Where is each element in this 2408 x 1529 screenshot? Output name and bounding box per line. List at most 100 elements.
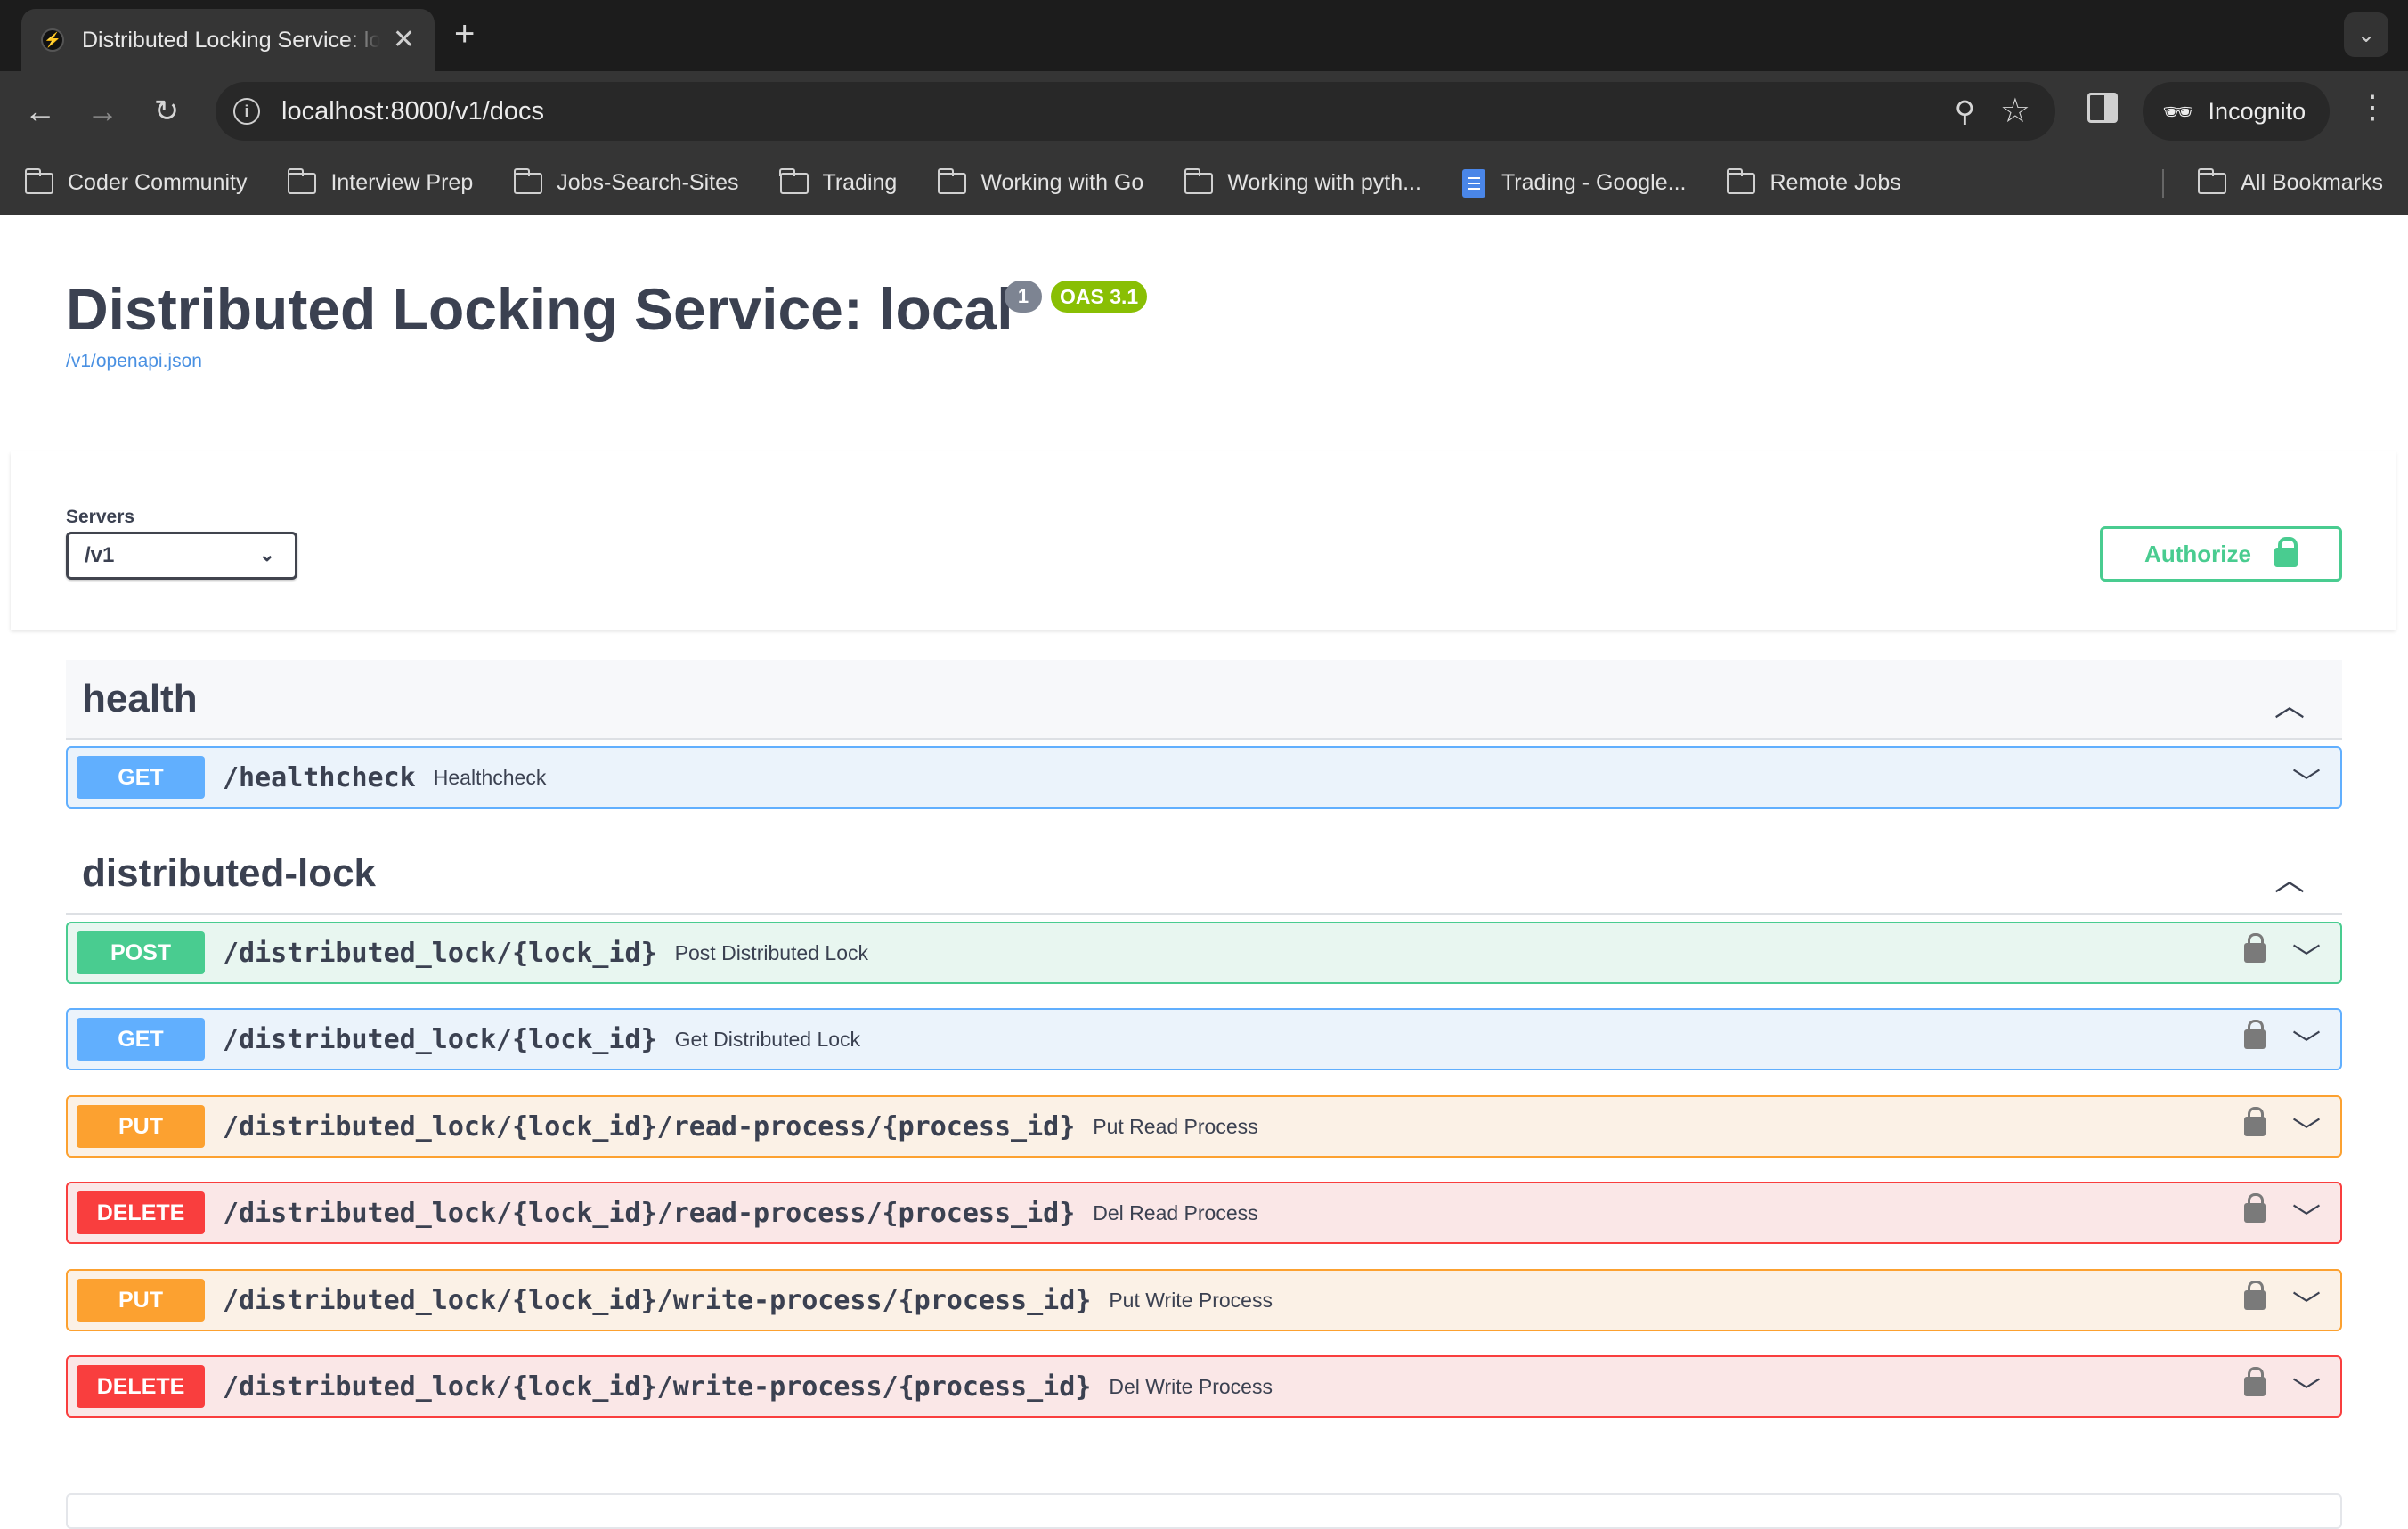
incognito-icon: 🕶	[2162, 97, 2194, 126]
incognito-button[interactable]: 🕶 Incognito	[2143, 82, 2330, 141]
operation-get-healthcheck[interactable]: GET /healthcheck Healthcheck ﹀	[66, 746, 2342, 809]
chevron-down-icon[interactable]: ﹀	[2292, 1370, 2321, 1411]
tag-health[interactable]: health ︿	[66, 660, 2342, 740]
servers-select[interactable]: /v1 ⌄	[66, 532, 297, 580]
browser-menu-icon[interactable]: ⋮	[2356, 91, 2388, 123]
lock-icon[interactable]	[2244, 1367, 2266, 1396]
operation-delete-read-process[interactable]: DELETE /distributed_lock/{lock_id}/read-…	[66, 1182, 2342, 1244]
badge-row: 1 OAS 3.1	[66, 281, 1148, 325]
lock-icon[interactable]	[2244, 933, 2266, 963]
operation-summary: Post Distributed Lock	[674, 940, 868, 964]
method-badge: POST	[77, 931, 205, 974]
authorize-button[interactable]: Authorize	[2100, 526, 2342, 582]
all-bookmarks-label: All Bookmarks	[2241, 170, 2383, 195]
bookmark-item[interactable]: Coder Community	[24, 167, 248, 196]
folder-icon	[513, 167, 543, 194]
tag-name: distributed-lock	[82, 851, 377, 895]
browser-tab[interactable]: ⚡ Distributed Locking Service: local ✕	[21, 9, 435, 71]
bookmarks-bar: Coder Community Interview Prep Jobs-Sear…	[0, 151, 2408, 215]
oas-badge: OAS 3.1	[1051, 281, 1148, 313]
back-button[interactable]: ←	[20, 91, 61, 132]
operation-summary: Put Read Process	[1093, 1114, 1258, 1138]
favicon-icon: ⚡	[41, 28, 64, 52]
side-panel-icon[interactable]	[2087, 93, 2118, 123]
schemas-section	[66, 1493, 2342, 1529]
new-tab-button[interactable]: +	[454, 16, 475, 52]
folder-icon	[1726, 167, 1756, 194]
folder-icon	[24, 167, 53, 194]
operation-delete-write-process[interactable]: DELETE /distributed_lock/{lock_id}/write…	[66, 1355, 2342, 1418]
lock-icon[interactable]	[2244, 1281, 2266, 1310]
bookmark-item[interactable]: Trading	[779, 167, 898, 196]
bookmark-label: Working with pyth...	[1227, 170, 1421, 195]
operation-summary: Del Read Process	[1093, 1200, 1258, 1224]
method-badge: PUT	[77, 1105, 205, 1148]
chevron-down-icon[interactable]: ﹀	[2292, 1110, 2321, 1151]
operation-path: /distributed_lock/{lock_id}/read-process…	[223, 1110, 1076, 1143]
google-docs-icon	[1461, 168, 1485, 198]
method-badge: DELETE	[77, 1365, 205, 1408]
bookmark-label: Trading	[822, 170, 898, 195]
openapi-json-link[interactable]: /v1/openapi.json	[66, 351, 202, 372]
chevron-down-icon[interactable]: ﹀	[2292, 1196, 2321, 1237]
lock-icon[interactable]	[2244, 1107, 2266, 1136]
folder-icon	[937, 167, 967, 194]
folder-icon	[287, 167, 317, 194]
servers-selected-value: /v1	[85, 543, 115, 567]
bookmark-label: Interview Prep	[330, 170, 474, 195]
scheme-container	[11, 451, 2396, 630]
site-info-icon[interactable]: i	[233, 98, 260, 125]
chevron-down-icon[interactable]: ﹀	[2292, 1283, 2321, 1324]
bookmark-label: Trading - Google...	[1501, 170, 1687, 195]
bookmark-item[interactable]: Working with Go	[937, 167, 1143, 196]
operation-path: /distributed_lock/{lock_id}/write-proces…	[223, 1370, 1092, 1403]
bookmark-item[interactable]: Trading - Google...	[1461, 168, 1687, 198]
bookmark-item[interactable]: Interview Prep	[287, 167, 474, 196]
bookmark-label: Coder Community	[68, 170, 248, 195]
method-badge: PUT	[77, 1279, 205, 1322]
method-badge: GET	[77, 1018, 205, 1061]
operation-path: /healthcheck	[223, 761, 416, 793]
chevron-up-icon[interactable]: ︿	[2274, 681, 2305, 725]
operation-summary: Del Write Process	[1109, 1374, 1273, 1398]
method-badge: DELETE	[77, 1191, 205, 1234]
all-bookmarks-button[interactable]: All Bookmarks	[2197, 151, 2383, 215]
chevron-up-icon[interactable]: ︿	[2274, 856, 2305, 899]
tab-title: Distributed Locking Service: local	[82, 27, 380, 53]
reload-button[interactable]: ↻	[146, 91, 187, 132]
folder-icon	[2197, 167, 2227, 194]
operation-summary: Put Write Process	[1109, 1288, 1273, 1312]
chevron-down-icon[interactable]: ﹀	[2292, 1022, 2321, 1063]
bookmark-item[interactable]: Jobs-Search-Sites	[513, 167, 739, 196]
tab-search-button[interactable]: ⌄	[2344, 12, 2388, 57]
bookmark-item[interactable]: Remote Jobs	[1726, 167, 1901, 196]
browser-chrome: ⚡ Distributed Locking Service: local ✕ +…	[0, 0, 2408, 215]
lock-icon[interactable]	[2244, 1020, 2266, 1049]
operation-get-distributed-lock[interactable]: GET /distributed_lock/{lock_id} Get Dist…	[66, 1008, 2342, 1070]
forward-button[interactable]: →	[82, 91, 123, 132]
folder-icon	[1184, 167, 1214, 194]
incognito-label: Incognito	[2208, 97, 2306, 125]
address-bar[interactable]: i localhost:8000/v1/docs ⚲ ☆	[216, 82, 2055, 141]
operation-post-distributed-lock[interactable]: POST /distributed_lock/{lock_id} Post Di…	[66, 922, 2342, 984]
bookmark-label: Remote Jobs	[1769, 170, 1901, 195]
tag-distributed-lock[interactable]: distributed-lock ︿	[66, 834, 2342, 915]
bookmark-label: Jobs-Search-Sites	[557, 170, 739, 195]
lock-icon[interactable]	[2244, 1193, 2266, 1223]
chevron-down-icon[interactable]: ﹀	[2292, 936, 2321, 977]
unlocked-lock-icon	[2274, 537, 2298, 567]
bookmark-item[interactable]: Working with pyth...	[1184, 167, 1421, 196]
chevron-down-icon[interactable]: ﹀	[2292, 760, 2321, 801]
operation-path: /distributed_lock/{lock_id}	[223, 937, 657, 969]
zoom-icon[interactable]: ⚲	[1955, 94, 1975, 128]
operation-path: /distributed_lock/{lock_id}/write-proces…	[223, 1284, 1092, 1316]
close-tab-icon[interactable]: ✕	[393, 27, 415, 53]
operation-put-write-process[interactable]: PUT /distributed_lock/{lock_id}/write-pr…	[66, 1269, 2342, 1331]
chevron-down-icon: ⌄	[258, 543, 275, 565]
swagger-page: Distributed Locking Service: local 1 OAS…	[0, 215, 2408, 1529]
operation-put-read-process[interactable]: PUT /distributed_lock/{lock_id}/read-pro…	[66, 1095, 2342, 1158]
tab-strip: ⚡ Distributed Locking Service: local ✕ +…	[0, 0, 2408, 71]
bookmark-star-icon[interactable]: ☆	[2000, 91, 2030, 131]
authorize-label: Authorize	[2144, 540, 2251, 567]
bookmarks-divider	[2162, 169, 2164, 198]
